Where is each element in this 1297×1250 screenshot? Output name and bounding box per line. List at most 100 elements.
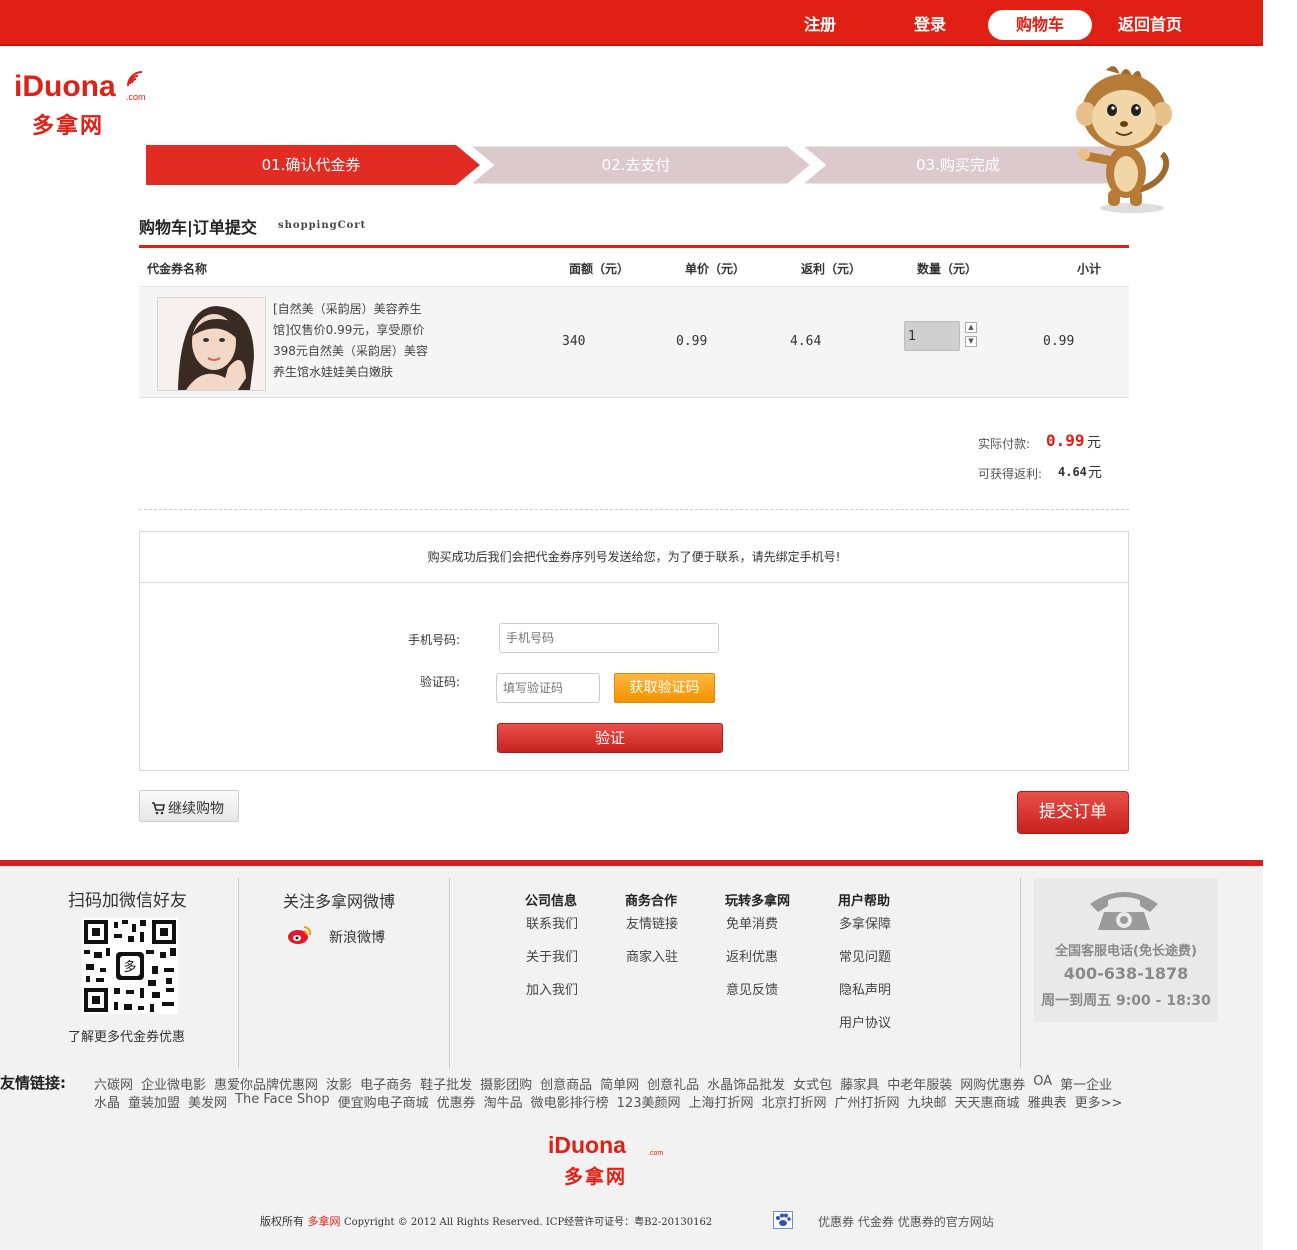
friend-link[interactable]: 童装加盟 bbox=[128, 1092, 180, 1111]
friend-link[interactable]: 女式包 bbox=[793, 1074, 832, 1093]
friend-link[interactable]: 北京打折网 bbox=[762, 1092, 827, 1111]
friend-link[interactable]: 藤家具 bbox=[840, 1074, 879, 1093]
pay-label: 实际付款: bbox=[978, 437, 1031, 451]
continue-shopping-label: 继续购物 bbox=[168, 801, 224, 817]
submit-order-button[interactable]: 提交订单 bbox=[1017, 791, 1129, 834]
site-logo[interactable]: iDuona .com 多拿网 bbox=[14, 68, 154, 139]
footer-link-rebate[interactable]: 返利优惠 bbox=[726, 946, 778, 965]
friend-link[interactable]: 微电影排行榜 bbox=[531, 1092, 609, 1111]
friend-link[interactable]: 惠爱你品牌优惠网 bbox=[214, 1074, 318, 1093]
friend-link[interactable]: 简单网 bbox=[600, 1074, 639, 1093]
footer-logo-text: iDuona bbox=[548, 1132, 626, 1158]
footer-link-free[interactable]: 免单消费 bbox=[726, 913, 778, 932]
friend-links-row: 水晶 童装加盟 美发网 The Face Shop 便宜购电子商城 优惠券 淘牛品 微电影排行… bbox=[94, 1092, 1122, 1111]
friend-link[interactable]: 九块邮 bbox=[908, 1092, 947, 1111]
get-code-button[interactable]: 获取验证码 bbox=[614, 673, 715, 703]
wechat-more-link[interactable]: 了解更多代金券优惠 bbox=[68, 1026, 185, 1045]
friend-link[interactable]: 便宜购电子商城 bbox=[338, 1092, 429, 1111]
nav-home[interactable]: 返回首页 bbox=[1110, 10, 1190, 40]
nav-login[interactable]: 登录 bbox=[895, 10, 965, 40]
code-input[interactable] bbox=[496, 673, 600, 703]
step-2: 02.去支付 bbox=[601, 156, 671, 174]
quantity-up-icon[interactable]: ▲ bbox=[965, 322, 977, 333]
friend-link[interactable]: The Face Shop bbox=[235, 1092, 330, 1111]
paw-icon bbox=[776, 1213, 791, 1226]
security-badge[interactable] bbox=[773, 1211, 793, 1229]
friend-link[interactable]: 雅典表 bbox=[1028, 1092, 1067, 1111]
nav-cart[interactable]: 购物车 bbox=[988, 10, 1092, 40]
weibo-title: 关注多拿网微博 bbox=[283, 892, 396, 911]
friend-link[interactable]: 中老年服装 bbox=[887, 1074, 952, 1093]
table-row: [自然美（采韵居）美容养生馆]仅售价0.99元，享受原价398元自然美（采韵居）… bbox=[139, 286, 1129, 398]
friend-link[interactable]: 汝影 bbox=[326, 1074, 352, 1093]
friend-link[interactable]: 广州打折网 bbox=[835, 1092, 900, 1111]
friend-link[interactable]: 第一企业 bbox=[1060, 1074, 1112, 1093]
item-subtotal: 0.99 bbox=[1043, 334, 1075, 349]
phone-input[interactable] bbox=[499, 623, 719, 653]
friend-link[interactable]: 水晶 bbox=[94, 1092, 120, 1111]
quantity-down-icon[interactable]: ▼ bbox=[965, 336, 977, 347]
code-label: 验证码: bbox=[420, 675, 461, 689]
friend-link[interactable]: 天天惠商城 bbox=[955, 1092, 1020, 1111]
friend-link[interactable]: 网购优惠券 bbox=[960, 1074, 1025, 1093]
service-title: 全国客服电话(免长途费) bbox=[1055, 944, 1197, 959]
friend-link[interactable]: 水晶饰品批发 bbox=[707, 1074, 785, 1093]
footer-link-faq[interactable]: 常见问题 bbox=[839, 946, 891, 965]
footer-link-friend-links[interactable]: 友情链接 bbox=[626, 913, 678, 932]
col-header-unit-price: 单价（元） bbox=[685, 262, 746, 276]
footer-link-agreement[interactable]: 用户协议 bbox=[839, 1012, 891, 1031]
friend-link[interactable]: OA bbox=[1033, 1074, 1052, 1093]
friend-link[interactable]: 优惠券 bbox=[437, 1092, 476, 1111]
friend-link[interactable]: 123美颜网 bbox=[617, 1092, 681, 1111]
copyright-brand[interactable]: 多拿网 bbox=[308, 1215, 341, 1228]
weibo-link[interactable]: 新浪微博 bbox=[329, 927, 385, 947]
footer-link-about[interactable]: 关于我们 bbox=[526, 946, 578, 965]
cart-subtitle: shoppingCort bbox=[278, 220, 367, 231]
col-header-rebate: 返利（元） bbox=[801, 262, 862, 276]
signal-icon bbox=[127, 71, 143, 87]
footer-col-help-head: 用户帮助 bbox=[838, 894, 891, 909]
logo-cn: 多拿网 bbox=[32, 114, 105, 139]
friend-link[interactable]: 电子商务 bbox=[360, 1074, 412, 1093]
bottom-link-voucher[interactable]: 代金券 bbox=[858, 1215, 894, 1229]
footer-logo[interactable]: iDuona .com 多拿网 bbox=[548, 1132, 668, 1192]
friend-link[interactable]: 创意礼品 bbox=[647, 1074, 699, 1093]
footer-link-guarantee[interactable]: 多拿保障 bbox=[839, 913, 891, 932]
nav-register[interactable]: 注册 bbox=[785, 10, 855, 40]
friend-link[interactable]: 摄影团购 bbox=[480, 1074, 532, 1093]
item-unit-price: 0.99 bbox=[676, 334, 708, 349]
product-image[interactable] bbox=[157, 297, 266, 391]
verify-button[interactable]: 验证 bbox=[497, 723, 723, 753]
step-3: 03.购买完成 bbox=[916, 156, 1000, 174]
bottom-links: 优惠券 代金券 优惠券的官方网站 bbox=[818, 1213, 994, 1230]
friend-link[interactable]: 六碳网 bbox=[94, 1074, 133, 1093]
step-1: 01.确认代金券 bbox=[261, 156, 361, 174]
bottom-link-coupon[interactable]: 优惠券 bbox=[818, 1215, 854, 1229]
footer-divider bbox=[449, 878, 450, 1068]
phone-label: 手机号码: bbox=[408, 633, 461, 647]
continue-shopping-button[interactable]: 继续购物 bbox=[139, 790, 239, 822]
friend-link[interactable]: 美发网 bbox=[188, 1092, 227, 1111]
weibo-icon[interactable] bbox=[287, 924, 313, 946]
cart-title-rule bbox=[139, 245, 1129, 248]
bottom-link-official[interactable]: 优惠券的官方网站 bbox=[898, 1215, 994, 1229]
friend-link[interactable]: 上海打折网 bbox=[688, 1092, 753, 1111]
friend-link[interactable]: 更多>> bbox=[1075, 1092, 1123, 1111]
footer-link-feedback[interactable]: 意见反馈 bbox=[726, 979, 778, 998]
footer-link-privacy[interactable]: 隐私声明 bbox=[839, 979, 891, 998]
copyright-text: Copyright © 2012 All Rights Reserved. IC… bbox=[344, 1217, 713, 1228]
service-hours: 周一到周五 9:00 - 18:30 bbox=[1041, 993, 1211, 1009]
footer-link-merchant[interactable]: 商家入驻 bbox=[626, 946, 678, 965]
cart-title: 购物车|订单提交 bbox=[139, 218, 257, 237]
friend-link[interactable]: 创意商品 bbox=[540, 1074, 592, 1093]
item-rebate: 4.64 bbox=[790, 334, 822, 349]
friend-link[interactable]: 淘牛品 bbox=[484, 1092, 523, 1111]
friend-link[interactable]: 鞋子批发 bbox=[420, 1074, 472, 1093]
product-name[interactable]: [自然美（采韵居）美容养生馆]仅售价0.99元，享受原价398元自然美（采韵居）… bbox=[273, 299, 433, 383]
friend-link[interactable]: 企业微电影 bbox=[141, 1074, 206, 1093]
service-panel: 全国客服电话(免长途费) 400-638-1878 周一到周五 9:00 - 1… bbox=[1034, 878, 1218, 1022]
footer-link-join[interactable]: 加入我们 bbox=[526, 979, 578, 998]
quantity-input[interactable]: 1 bbox=[904, 321, 960, 351]
footer-link-contact[interactable]: 联系我们 bbox=[526, 913, 578, 932]
svg-text:多: 多 bbox=[123, 959, 136, 975]
